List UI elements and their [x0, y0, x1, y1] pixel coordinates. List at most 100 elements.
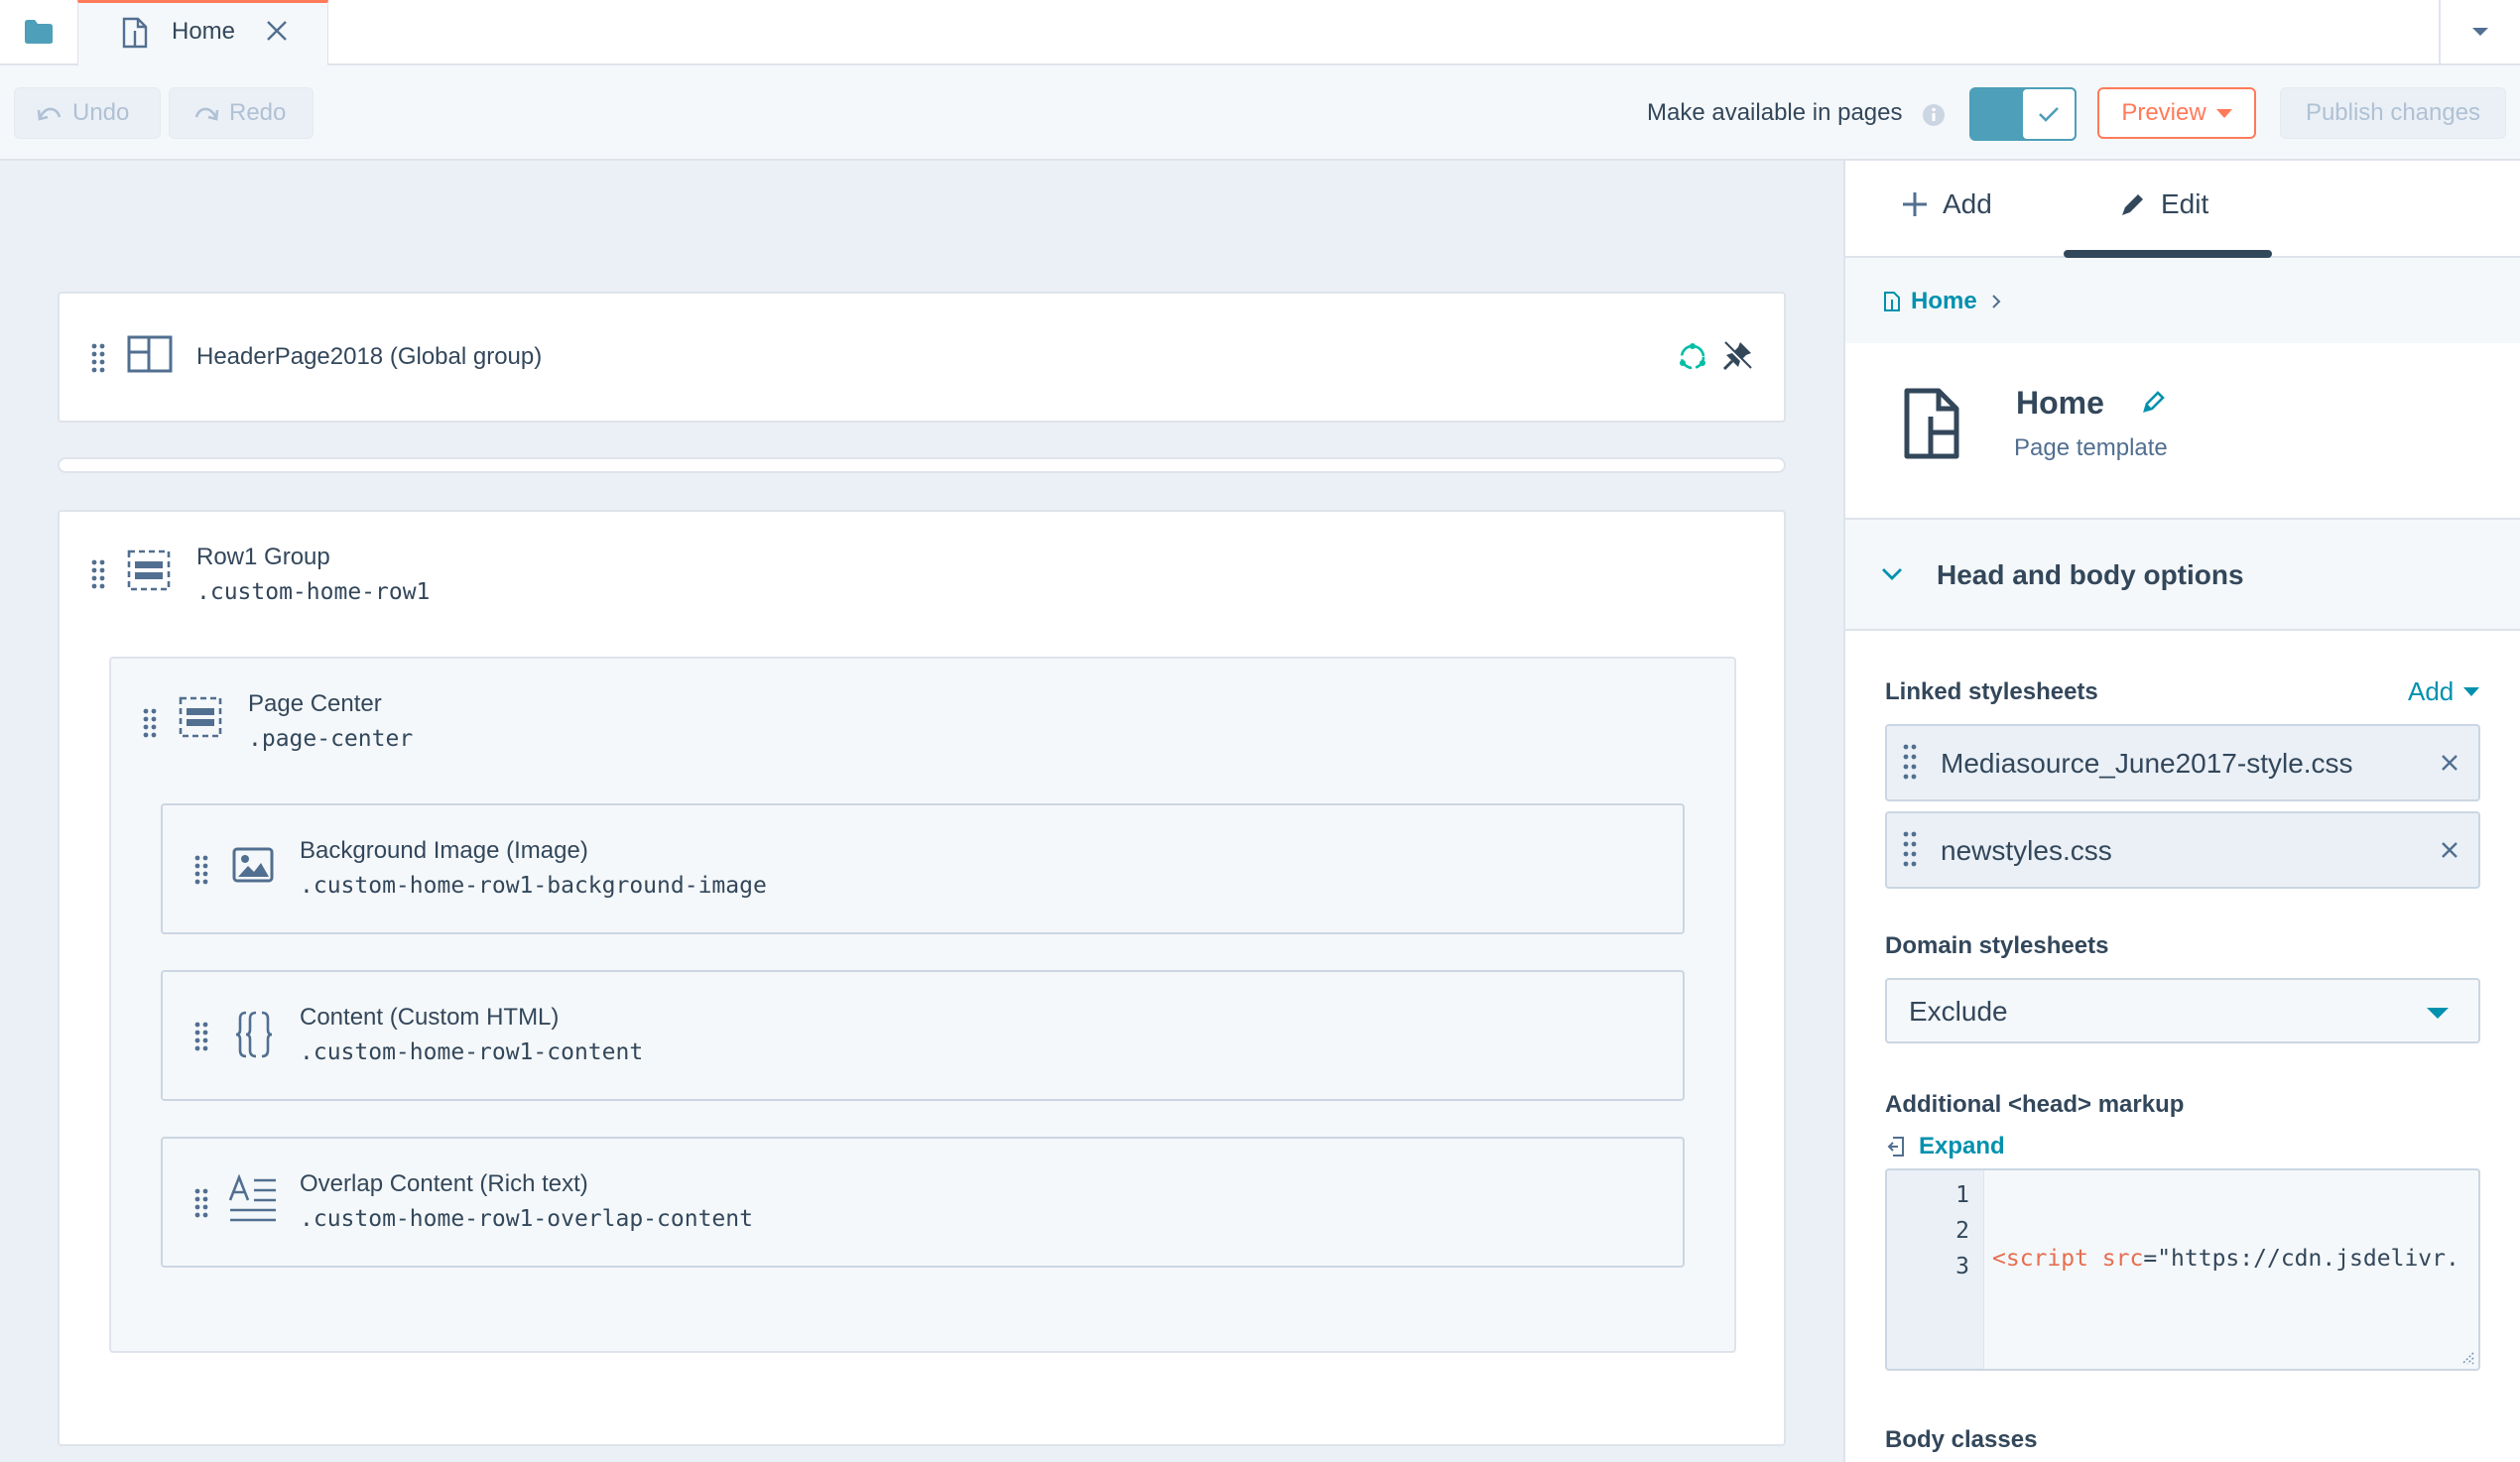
- module-title: Overlap Content (Rich text): [300, 1170, 588, 1197]
- publish-label: Publish changes: [2305, 99, 2481, 126]
- module-class-name: .page-center: [248, 726, 414, 752]
- availability-toggle[interactable]: [1969, 87, 2077, 141]
- group-icon: [127, 549, 171, 591]
- page-center-module[interactable]: Page Center .page-center Background Imag…: [109, 657, 1736, 1353]
- linked-stylesheets-label: Linked stylesheets: [1885, 678, 2098, 705]
- info-icon[interactable]: [1922, 103, 1946, 132]
- drag-handle-icon[interactable]: [194, 1188, 208, 1218]
- expand-label: Expand: [1919, 1133, 2005, 1159]
- caret-down-icon: [2472, 28, 2488, 36]
- redo-icon: [194, 107, 219, 121]
- expand-icon: [1887, 1137, 1904, 1157]
- custom-html-module[interactable]: Content (Custom HTML) .custom-home-row1-…: [161, 970, 1685, 1101]
- redo-button[interactable]: Redo: [169, 87, 314, 139]
- page-template-icon: [1904, 388, 1959, 459]
- preview-button[interactable]: Preview: [2097, 87, 2256, 139]
- preview-label: Preview: [2121, 99, 2206, 126]
- tab-label: Home: [172, 18, 236, 45]
- drag-handle-icon[interactable]: [1903, 744, 1917, 784]
- curly-braces-icon: [235, 1011, 273, 1058]
- code-attribute: src: [2101, 1246, 2144, 1272]
- section-title: Head and body options: [1937, 559, 2244, 590]
- breadcrumb: Home: [1845, 258, 2520, 343]
- stylesheet-name: newstyles.css: [1941, 835, 2112, 866]
- add-stylesheet-dropdown[interactable]: Add: [2408, 676, 2480, 707]
- header-global-group-module[interactable]: HeaderPage2018 (Global group): [58, 292, 1786, 423]
- tab-add[interactable]: Add: [1901, 188, 1992, 220]
- drag-handle-icon[interactable]: [1903, 831, 1917, 871]
- template-name: Home: [2016, 385, 2104, 421]
- tab-home[interactable]: Home: [77, 0, 328, 65]
- line-number: 1: [1955, 1182, 1969, 1208]
- breadcrumb-item-home[interactable]: Home: [1883, 288, 2011, 315]
- stylesheet-name: Mediasource_June2017-style.css: [1941, 748, 2353, 779]
- rich-text-module[interactable]: Overlap Content (Rich text) .custom-home…: [161, 1137, 1685, 1268]
- background-image-module[interactable]: Background Image (Image) .custom-home-ro…: [161, 803, 1685, 934]
- body-classes-label: Body classes: [1885, 1426, 2038, 1453]
- line-number: 2: [1955, 1218, 1969, 1244]
- template-summary: Home Page template: [1845, 343, 2520, 520]
- rich-text-icon: [228, 1174, 276, 1222]
- panel-tabs: Add Edit: [1845, 161, 2520, 258]
- domain-stylesheets-select[interactable]: Exclude: [1885, 978, 2480, 1043]
- tabs-dropdown-button[interactable]: [2439, 0, 2520, 63]
- head-markup-editor[interactable]: 1 2 3 <script src="https://cdn.jsdelivr.: [1885, 1168, 2480, 1371]
- sync-icon[interactable]: [1677, 341, 1708, 373]
- document-icon: [122, 17, 148, 54]
- template-type: Page template: [2014, 434, 2168, 461]
- module-class-name: .custom-home-row1-background-image: [300, 873, 767, 899]
- drag-handle-icon[interactable]: [91, 559, 105, 589]
- plus-icon: [1903, 192, 1927, 216]
- folder-icon: [25, 20, 53, 44]
- pencil-icon: [2122, 194, 2143, 215]
- head-markup-label: Additional <head> markup: [1885, 1091, 2185, 1118]
- file-browser-button[interactable]: [0, 0, 77, 63]
- chevron-down-icon: [1882, 568, 1902, 580]
- availability-label: Make available in pages: [1647, 99, 1903, 126]
- drag-handle-icon[interactable]: [91, 343, 105, 373]
- toggle-knob: [2021, 87, 2077, 141]
- drag-handle-icon[interactable]: [194, 1022, 208, 1051]
- close-tab-icon[interactable]: [265, 19, 289, 48]
- stylesheet-item[interactable]: newstyles.css: [1885, 811, 2480, 889]
- module-title: Content (Custom HTML): [300, 1004, 560, 1031]
- module-class-name: .custom-home-row1-content: [300, 1039, 644, 1065]
- module-class-name: .custom-home-row1: [196, 579, 431, 605]
- line-number-gutter: 1 2 3: [1887, 1170, 1984, 1369]
- pencil-icon[interactable]: [2141, 389, 2167, 415]
- line-number: 3: [1955, 1254, 1969, 1279]
- drag-handle-icon[interactable]: [194, 855, 208, 885]
- row-group-module[interactable]: Row1 Group .custom-home-row1 Page Center…: [58, 510, 1786, 1446]
- undo-button[interactable]: Undo: [14, 87, 161, 139]
- resize-handle-icon[interactable]: [2458, 1349, 2474, 1365]
- caret-down-icon: [2427, 1008, 2449, 1019]
- module-title: HeaderPage2018 (Global group): [196, 343, 543, 370]
- head-body-options-toggle[interactable]: Head and body options: [1845, 520, 2520, 631]
- breadcrumb-label: Home: [1911, 288, 1977, 314]
- publish-changes-button[interactable]: Publish changes: [2280, 87, 2506, 139]
- stylesheet-item[interactable]: Mediasource_June2017-style.css: [1885, 724, 2480, 801]
- tab-bar: Home: [0, 0, 2520, 65]
- expand-link[interactable]: Expand: [1887, 1133, 2005, 1160]
- code-line: <script src="https://cdn.jsdelivr.: [1992, 1246, 2459, 1272]
- remove-icon[interactable]: [2439, 839, 2460, 861]
- code-tag: <script: [1992, 1246, 2088, 1272]
- module-class-name: .custom-home-row1-overlap-content: [300, 1206, 753, 1232]
- global-group-layout-icon: [127, 335, 173, 373]
- domain-stylesheets-label: Domain stylesheets: [1885, 932, 2109, 959]
- drag-handle-icon[interactable]: [143, 708, 157, 738]
- checkmark-icon: [2039, 107, 2059, 122]
- tab-add-label: Add: [1943, 188, 1992, 219]
- tab-edit[interactable]: Edit: [2119, 188, 2208, 220]
- module-title: Row1 Group: [196, 544, 330, 570]
- unpin-icon[interactable]: [1720, 339, 1754, 373]
- undo-icon: [37, 107, 62, 121]
- caret-down-icon: [2463, 687, 2480, 696]
- active-tab-indicator: [2064, 250, 2272, 258]
- module-title: Background Image (Image): [300, 837, 588, 864]
- select-value: Exclude: [1909, 996, 2008, 1027]
- redo-label: Redo: [229, 99, 287, 126]
- remove-icon[interactable]: [2439, 752, 2460, 774]
- document-icon: [1884, 292, 1900, 311]
- inspector-panel: Add Edit Home Home Page template Head an…: [1843, 161, 2520, 1462]
